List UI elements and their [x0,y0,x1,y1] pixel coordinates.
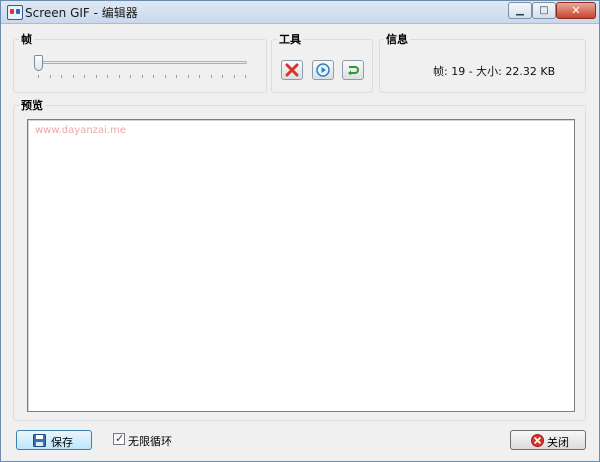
save-button[interactable]: 保存 [16,430,92,450]
slider-tick [107,75,108,78]
watermark-text: www.dayanzai.me [35,125,126,136]
floppy-disk-icon [33,434,46,447]
window-close-button[interactable]: ✕ [556,2,596,19]
play-circle-icon [316,63,330,77]
slider-tick [61,75,62,78]
delete-frame-button[interactable] [281,60,303,80]
close-icon: ✕ [571,4,581,17]
minimize-icon: ▁ [516,5,524,16]
slider-tick [130,75,131,78]
save-button-label: 保存 [51,436,73,449]
checkmark-icon: ✓ [115,432,125,445]
slider-tick [119,75,120,78]
preview-canvas [27,119,575,412]
frame-slider-thumb[interactable] [34,55,43,71]
slider-tick [176,75,177,78]
maximize-icon: □ [539,5,549,16]
slider-tick [142,75,143,78]
frame-size-info: 帧: 19 - 大小: 22.32 KB [433,65,556,78]
infinite-loop-checkbox[interactable]: ✓ [113,432,125,445]
maximize-button[interactable]: □ [532,2,556,19]
tools-group-label: 工具 [277,31,303,47]
undo-button[interactable] [342,60,364,80]
delete-x-icon [285,63,299,77]
slider-tick [38,75,39,78]
frames-group-label: 帧 [19,31,34,47]
screen-gif-app-icon [7,5,23,20]
slider-tick [199,75,200,78]
minimize-button[interactable]: ▁ [508,2,532,19]
close-button-label: 关闭 [547,436,569,449]
red-x-circle-icon [531,434,544,447]
undo-arrow-icon [348,66,359,76]
infinite-loop-label[interactable]: 无限循环 [128,433,172,449]
frame-slider-track[interactable] [37,61,247,64]
title-bar[interactable]: Screen GIF - 编辑器 ▁ □ ✕ [1,1,599,24]
slider-tick [234,75,235,78]
window-title: Screen GIF - 编辑器 [25,6,138,20]
info-group-label: 信息 [384,31,410,47]
slider-tick [50,75,51,78]
slider-tick [96,75,97,78]
slider-tick [73,75,74,78]
play-preview-button[interactable] [312,60,334,80]
preview-group-label: 预览 [19,97,45,113]
slider-tick [222,75,223,78]
editor-window: Screen GIF - 编辑器 ▁ □ ✕ 帧 工具 信息 帧: 19 - 大… [0,0,600,462]
frames-group [13,39,267,93]
slider-tick [165,75,166,78]
slider-tick [153,75,154,78]
slider-tick [188,75,189,78]
slider-tick [84,75,85,78]
slider-tick [245,75,246,78]
close-button[interactable]: 关闭 [510,430,586,450]
slider-tick [211,75,212,78]
